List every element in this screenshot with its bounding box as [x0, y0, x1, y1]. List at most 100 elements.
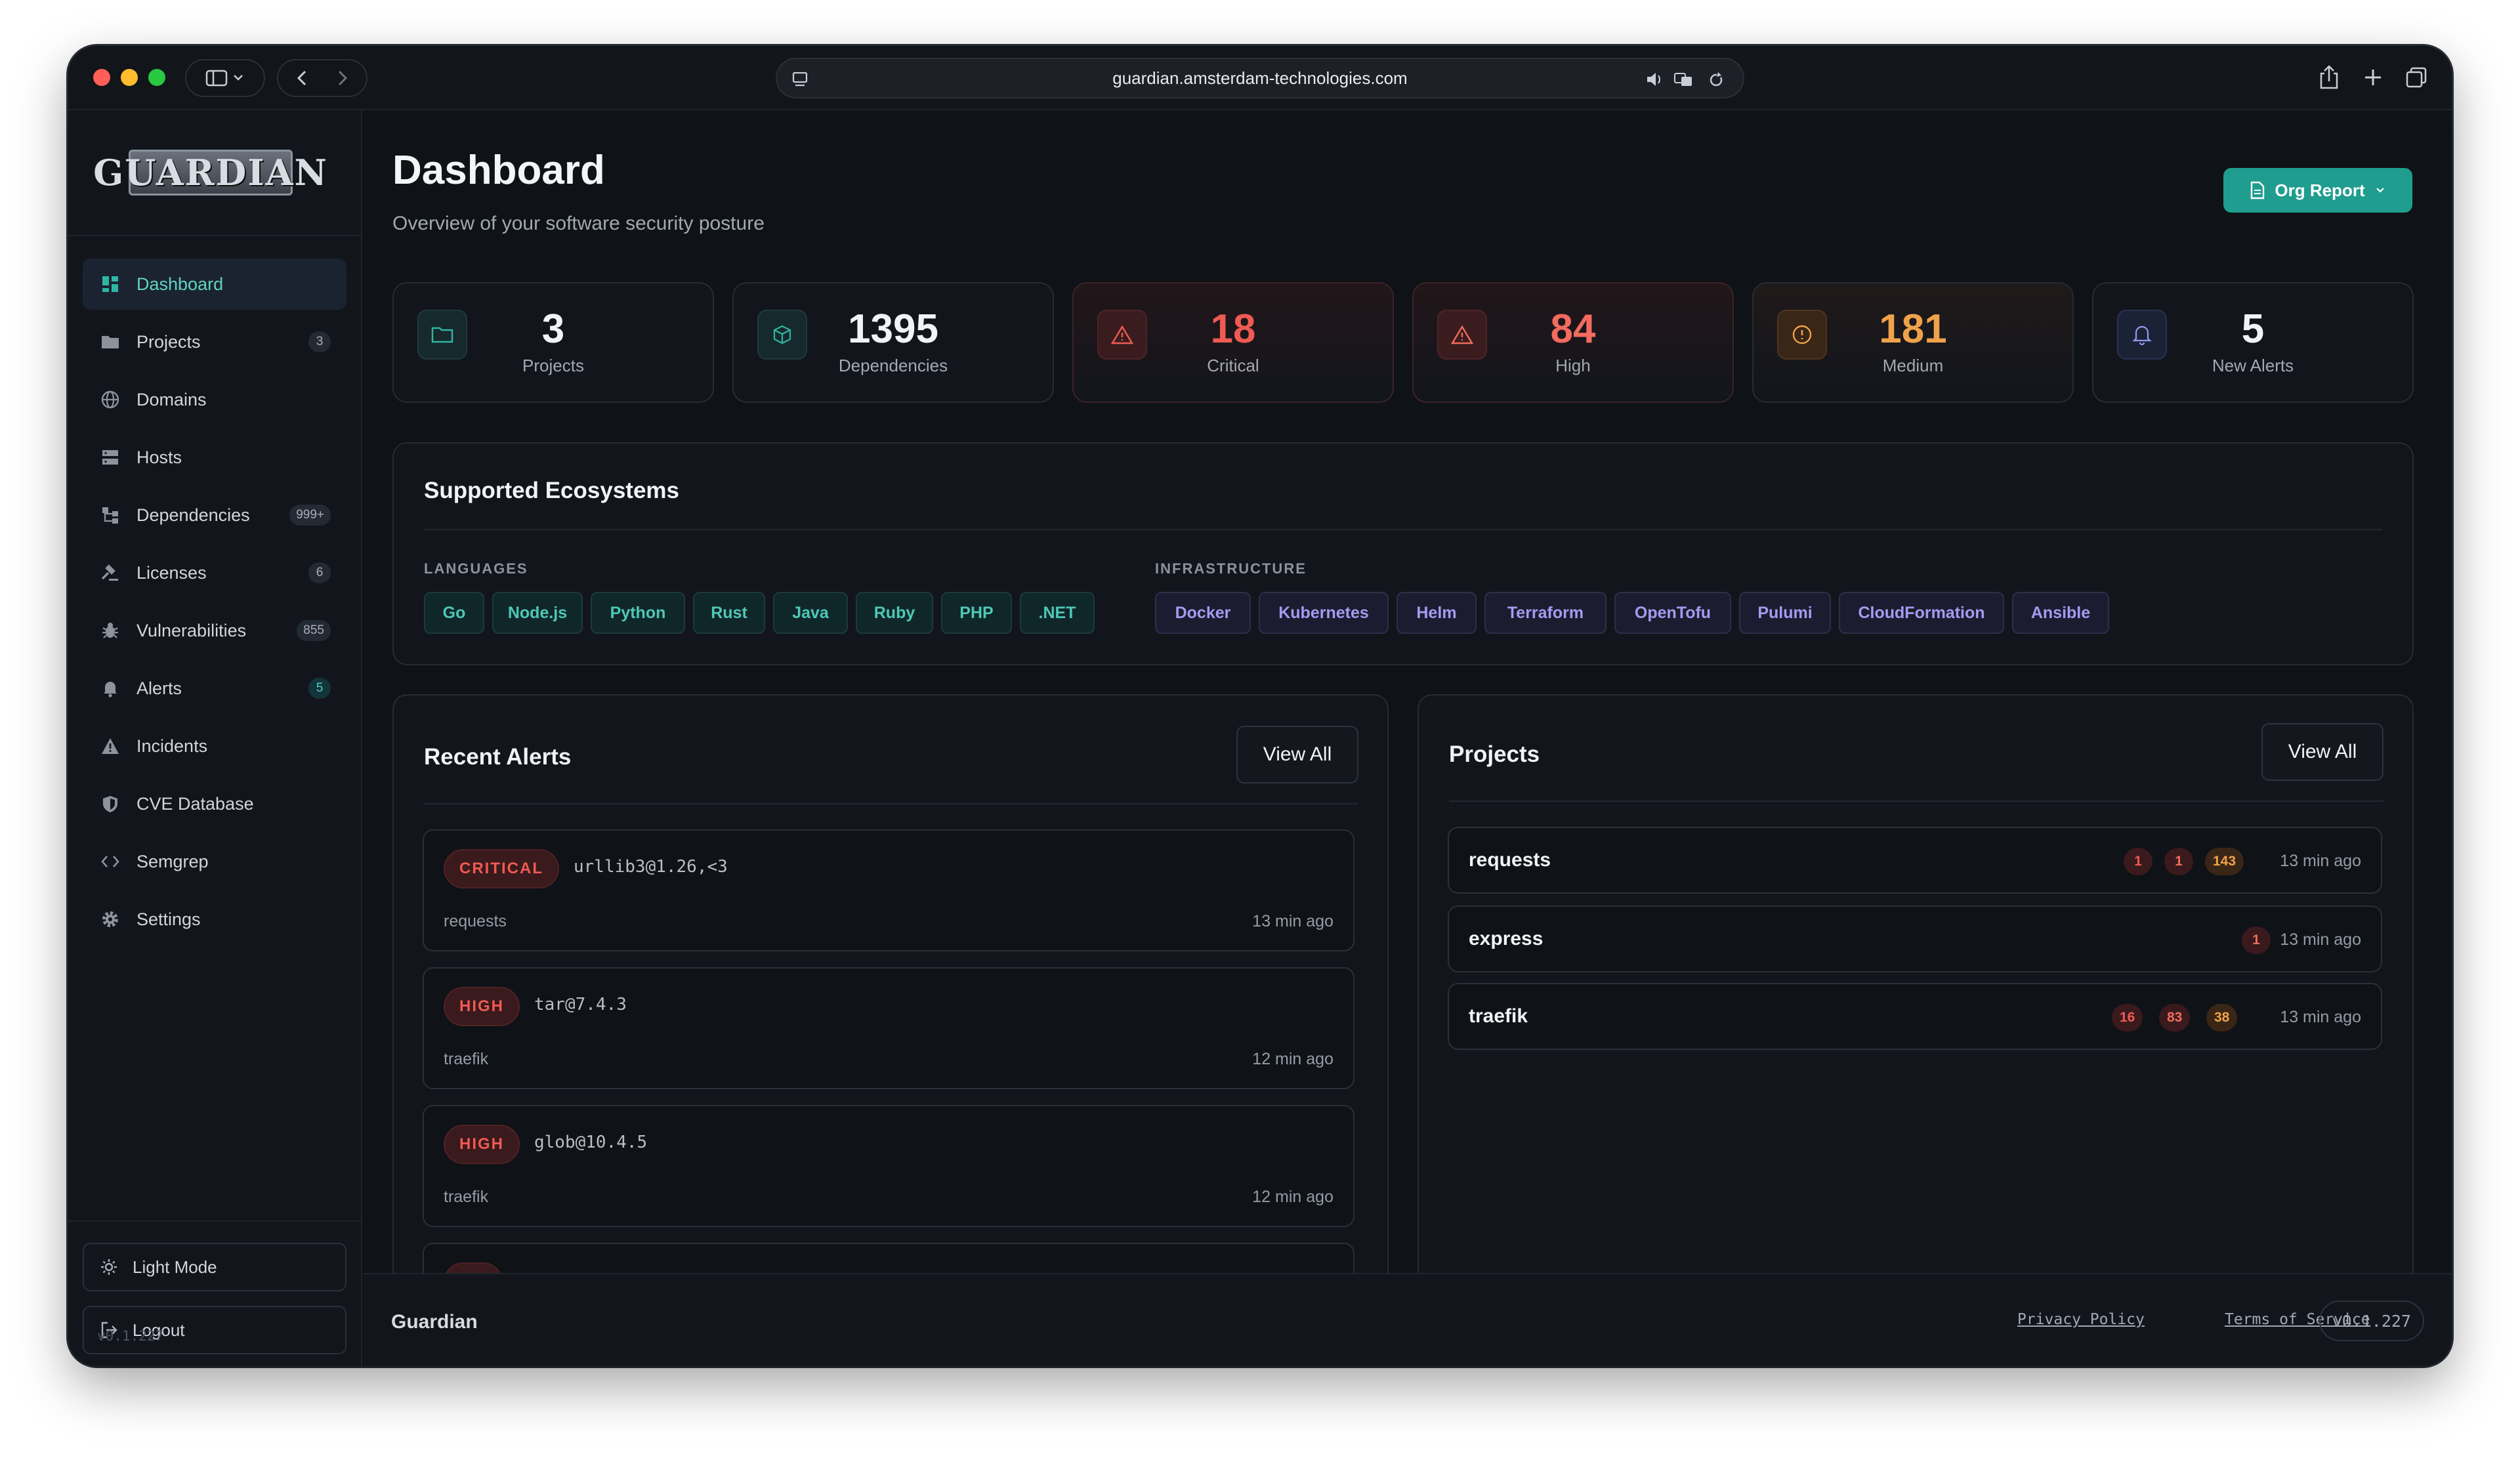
view-all-alerts-button[interactable]: View All: [1236, 726, 1358, 783]
audio-icon: [1647, 73, 1656, 86]
language-chip[interactable]: Java: [773, 592, 848, 634]
infrastructure-chip[interactable]: Terraform: [1484, 592, 1606, 634]
project-time: 13 min ago: [2280, 1008, 2361, 1026]
language-chip[interactable]: Node.js: [492, 592, 583, 634]
share-icon[interactable]: [2318, 64, 2340, 91]
stat-label: Medium: [1882, 356, 1944, 375]
alert-item[interactable]: HIGH tar@7.4.3 traefik 12 min ago: [423, 967, 1354, 1089]
sidebar-item-vulnerabilities[interactable]: Vulnerabilities 855: [83, 605, 346, 656]
sidebar-icon: [205, 70, 243, 87]
alert-project: requests: [444, 912, 507, 930]
infrastructure-chip[interactable]: Docker: [1155, 592, 1251, 634]
stat-label: Dependencies: [838, 356, 948, 375]
stat-card-high[interactable]: 84 High: [1412, 282, 1734, 403]
ecosystems-card: Supported Ecosystems LANGUAGES Go Node.j…: [392, 442, 2414, 665]
zoom-window-button[interactable]: [148, 69, 165, 86]
sidebar-item-cve-database[interactable]: CVE Database: [83, 778, 346, 829]
severity-badge: HIGH: [444, 987, 520, 1026]
ecosystems-title: Supported Ecosystems: [424, 478, 679, 503]
language-chip[interactable]: Go: [424, 592, 484, 634]
address-bar[interactable]: guardian.amsterdam-technologies.com: [776, 58, 1744, 98]
folder-icon: [100, 331, 121, 352]
language-chip[interactable]: .NET: [1020, 592, 1095, 634]
sidebar-item-label: Licenses: [136, 562, 207, 583]
forward-icon: [338, 70, 348, 86]
close-window-button[interactable]: [93, 69, 110, 86]
org-report-button[interactable]: Org Report: [2223, 168, 2412, 213]
main-content: Dashboard Overview of your software secu…: [364, 110, 2452, 1273]
alert-package: urllib3@1.26,<3: [574, 857, 728, 877]
sidebar-item-label: Dashboard: [136, 274, 224, 294]
count-badge: 5: [308, 678, 331, 699]
infrastructure-chip[interactable]: OpenTofu: [1614, 592, 1731, 634]
view-all-projects-button[interactable]: View All: [2261, 723, 2384, 781]
sidebar-item-semgrep[interactable]: Semgrep: [83, 836, 346, 887]
alert-time: 13 min ago: [1252, 912, 1334, 930]
sidebar-item-label: Incidents: [136, 736, 208, 756]
project-row[interactable]: requests 1 1 143 13 min ago: [1448, 827, 2382, 894]
tab-overview-icon[interactable]: [2404, 66, 2428, 89]
gavel-icon: [100, 562, 121, 583]
footer-brand: Guardian: [391, 1311, 478, 1333]
language-chip[interactable]: PHP: [941, 592, 1012, 634]
infrastructure-chip[interactable]: Kubernetes: [1259, 592, 1389, 634]
sidebar-item-licenses[interactable]: Licenses 6: [83, 547, 346, 598]
globe-icon: [100, 389, 121, 410]
sidebar-item-dependencies[interactable]: Dependencies 999+: [83, 489, 346, 541]
sidebar-divider: [68, 235, 362, 236]
languages-label: LANGUAGES: [424, 560, 528, 577]
severity-badge: [444, 1262, 503, 1273]
server-icon: [100, 447, 121, 468]
stat-label: New Alerts: [2212, 356, 2294, 375]
language-chip[interactable]: Rust: [693, 592, 765, 634]
stat-card-new-alerts[interactable]: 5 New Alerts: [2092, 282, 2414, 403]
privacy-policy-link[interactable]: Privacy Policy: [2017, 1311, 2145, 1328]
project-row[interactable]: express 1 13 min ago: [1448, 906, 2382, 972]
sidebar-item-incidents[interactable]: Incidents: [83, 720, 346, 772]
stat-card-medium[interactable]: 181 Medium: [1752, 282, 2074, 403]
infrastructure-chip[interactable]: Helm: [1396, 592, 1477, 634]
project-time: 13 min ago: [2280, 930, 2361, 949]
infrastructure-chip[interactable]: Ansible: [2012, 592, 2109, 634]
stat-label: Projects: [522, 356, 584, 375]
infrastructure-chip[interactable]: Pulumi: [1739, 592, 1831, 634]
footer-version: v0.1.227: [2319, 1301, 2424, 1341]
page-subtitle: Overview of your software security postu…: [392, 213, 765, 234]
page-menu-icon[interactable]: [791, 71, 808, 88]
count-badge: 999+: [289, 505, 331, 526]
sidebar-item-domains[interactable]: Domains: [83, 374, 346, 425]
minimize-window-button[interactable]: [121, 69, 138, 86]
alert-item[interactable]: HIGH glob@10.4.5 traefik 12 min ago: [423, 1105, 1354, 1227]
new-tab-icon[interactable]: [2362, 67, 2384, 88]
alert-item-partial[interactable]: [423, 1243, 1354, 1273]
stat-value: 1395: [848, 306, 938, 352]
sidebar-item-hosts[interactable]: Hosts: [83, 432, 346, 483]
sidebar-item-settings[interactable]: Settings: [83, 894, 346, 945]
stat-card-dependencies[interactable]: 1395 Dependencies: [732, 282, 1054, 403]
language-chip[interactable]: Ruby: [856, 592, 933, 634]
sidebar-item-label: Domains: [136, 389, 207, 409]
sidebar-item-alerts[interactable]: Alerts 5: [83, 663, 346, 714]
alert-package: tar@7.4.3: [534, 995, 627, 1014]
alert-project: traefik: [444, 1050, 489, 1068]
projects-title: Projects: [1449, 741, 1540, 767]
stat-card-critical[interactable]: 18 Critical: [1072, 282, 1394, 403]
guardian-logo[interactable]: GUARDIAN: [93, 150, 327, 196]
infrastructure-chip[interactable]: CloudFormation: [1839, 592, 2004, 634]
stat-card-projects[interactable]: 3 Projects: [392, 282, 714, 403]
stat-label: High: [1555, 356, 1591, 375]
sidebar-item-label: Vulnerabilities: [136, 620, 247, 640]
critical-count-badge: 16: [2112, 1004, 2143, 1031]
high-count-badge: 1: [2164, 848, 2193, 875]
language-chip[interactable]: Python: [591, 592, 685, 634]
project-name: express: [1469, 928, 1544, 949]
sidebar-item-projects[interactable]: Projects 3: [83, 316, 346, 367]
recent-alerts-title: Recent Alerts: [424, 744, 572, 770]
sidebar-item-dashboard[interactable]: Dashboard: [83, 259, 346, 310]
alert-item[interactable]: CRITICAL urllib3@1.26,<3 requests 13 min…: [423, 829, 1354, 951]
gear-icon: [100, 909, 121, 930]
sidebar-bottom-divider: [68, 1220, 362, 1222]
project-row[interactable]: traefik 16 83 38 13 min ago: [1448, 983, 2382, 1050]
sidebar-toggle-button[interactable]: [185, 59, 265, 97]
light-mode-button[interactable]: Light Mode: [83, 1243, 346, 1291]
